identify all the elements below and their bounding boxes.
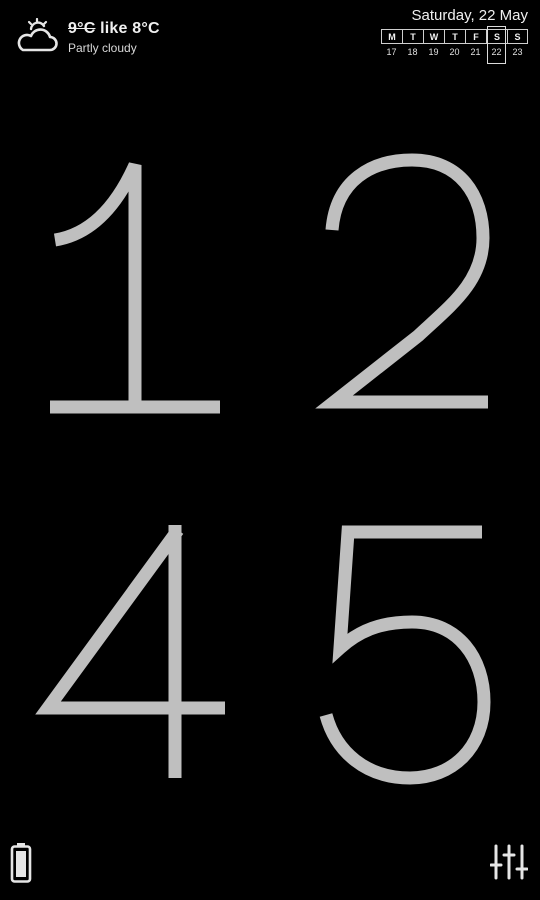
equalizer-sliders-icon[interactable] (490, 843, 528, 881)
hour-ones-digit (315, 153, 490, 409)
minute-tens-digit (35, 525, 225, 778)
battery-icon (10, 843, 32, 883)
clock-display[interactable] (0, 0, 540, 900)
hour-tens-digit (50, 162, 220, 414)
minute-ones-digit (319, 525, 491, 785)
